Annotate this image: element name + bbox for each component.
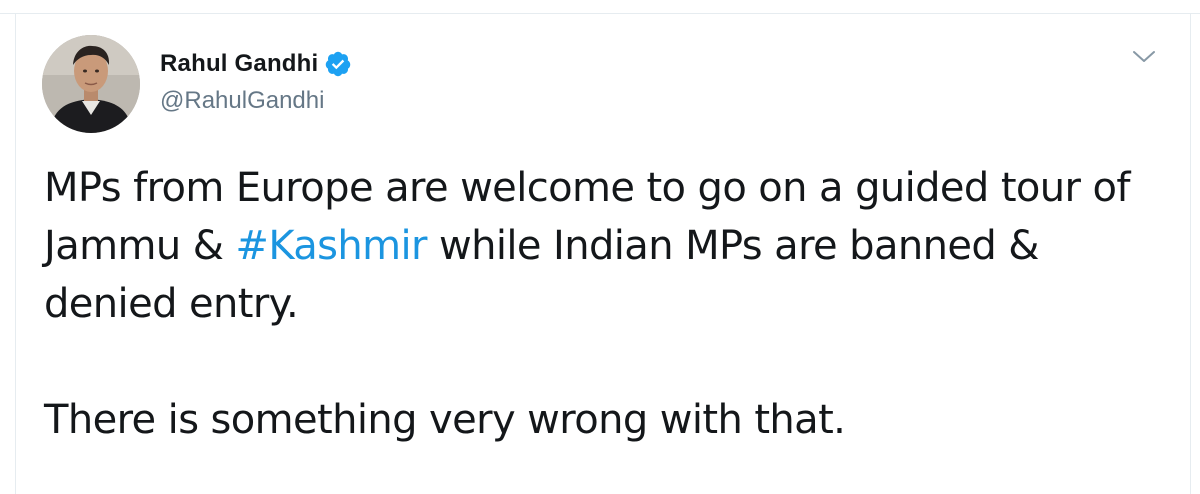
author-name-row[interactable]: Rahul Gandhi — [160, 48, 352, 80]
hashtag-link[interactable]: #Kashmir — [235, 223, 427, 269]
chevron-down-icon — [1133, 51, 1155, 62]
tweet-menu-button[interactable] — [1130, 46, 1158, 68]
tweet-paragraph-1: MPs from Europe are welcome to go on a g… — [44, 159, 1164, 333]
user-handle[interactable]: @RahulGandhi — [160, 87, 324, 115]
tweet-right-border — [1190, 13, 1191, 494]
verified-badge-icon — [326, 51, 351, 77]
tweet-paragraph-2: There is something very wrong with that. — [44, 397, 846, 443]
tweet-top-border — [0, 13, 1200, 14]
tweet-text: MPs from Europe are welcome to go on a g… — [44, 159, 1164, 449]
avatar[interactable] — [42, 35, 140, 133]
display-name[interactable]: Rahul Gandhi — [160, 50, 318, 78]
tweet-left-border — [15, 13, 16, 494]
avatar-photo — [42, 35, 140, 133]
